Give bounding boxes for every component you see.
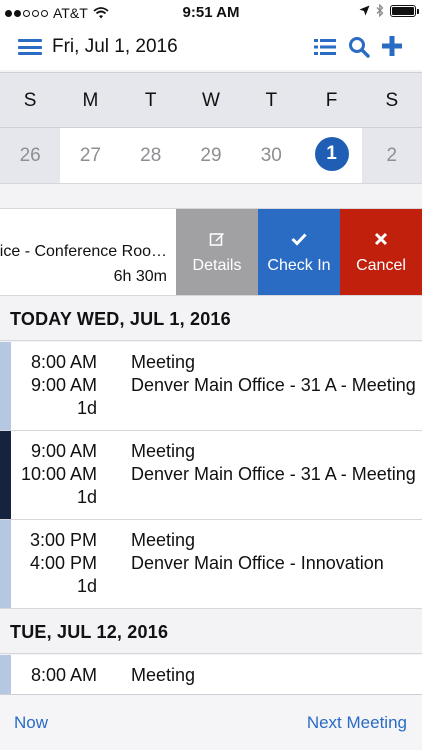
event-start-time: 3:00 PM	[29, 530, 97, 550]
day-number: 27	[79, 145, 101, 166]
section-header: TUE, JUL 12, 2016	[0, 610, 422, 654]
day-cell[interactable]: 30	[241, 128, 302, 183]
event-start-time: 9:00 AM	[30, 441, 97, 461]
event-times: 8:00 AM 9:00 AM 1d	[11, 351, 97, 420]
day-cell[interactable]: 2	[362, 128, 422, 183]
day-cell-selected[interactable]: 1	[301, 128, 362, 183]
event-info: Meeting Denver Main Office - Innovation	[131, 529, 422, 575]
event-duration: 1d	[76, 576, 97, 596]
status-bar: AT&T 9:51 AM	[0, 0, 422, 26]
weekday-label: T	[144, 90, 157, 111]
week-days: 26 27 28 29 30 1 2	[0, 128, 422, 184]
event-color-bar	[0, 431, 11, 519]
day-number: 30	[260, 145, 282, 166]
nav-bar: Fri, Jul 1, 2016	[0, 26, 422, 70]
event-duration: 1d	[76, 487, 97, 507]
cancel-button[interactable]: Cancel	[340, 209, 422, 295]
event-title: Meeting	[131, 352, 196, 372]
battery-icon	[390, 4, 419, 17]
event-times: 9:00 AM 10:00 AM 1d	[11, 440, 97, 509]
close-icon	[340, 231, 422, 253]
bottom-toolbar: Now Next Meeting	[0, 694, 422, 750]
event-duration: 6h 30m	[113, 268, 167, 285]
event-location: Denver Main Office - Innovation	[131, 553, 384, 573]
now-button[interactable]: Now	[14, 713, 48, 733]
event-info: Meeting	[131, 664, 422, 687]
day-cell[interactable]: 28	[120, 128, 181, 183]
day-number: 1	[314, 136, 349, 171]
check-in-button[interactable]: Check In	[258, 209, 340, 295]
day-number: 28	[140, 145, 162, 166]
event-location: Denver Main Office - 31 A - Meeting	[131, 375, 416, 395]
swiped-event-content: Denver Main Office - Conference Roo… 6h …	[0, 209, 176, 295]
event-end-time: 9:00 AM	[30, 375, 97, 395]
event-start-time: 8:00 AM	[30, 665, 97, 685]
page-title: Fri, Jul 1, 2016	[52, 36, 178, 57]
event-info: Meeting Denver Main Office - 31 A - Meet…	[131, 440, 422, 486]
checkmark-icon	[258, 231, 340, 253]
menu-icon[interactable]	[18, 36, 42, 58]
weekday-label: S	[23, 90, 37, 111]
event-info: Meeting Denver Main Office - 31 A - Meet…	[131, 351, 422, 397]
weekday-label: W	[202, 90, 220, 111]
section-header: TODAY WED, JUL 1, 2016	[0, 297, 422, 341]
event-title: Meeting	[131, 665, 196, 685]
day-cell[interactable]: 29	[180, 128, 242, 183]
event-start-time: 8:00 AM	[30, 352, 97, 372]
event-location: Denver Main Office - 31 A - Meeting	[131, 464, 416, 484]
event-title: Meeting	[131, 530, 196, 550]
event-row[interactable]: 9:00 AM 10:00 AM 1d Meeting Denver Main …	[0, 431, 422, 520]
event-times: 3:00 PM 4:00 PM 1d	[11, 529, 97, 598]
day-number: 2	[386, 145, 398, 166]
search-icon[interactable]	[348, 36, 370, 58]
day-cell[interactable]: 27	[60, 128, 121, 183]
event-location: Denver Main Office - Conference Roo…	[0, 243, 167, 260]
weekday-label: M	[82, 90, 99, 111]
week-header: S M T W T F S	[0, 72, 422, 128]
day-cell[interactable]: 26	[0, 128, 60, 183]
event-row[interactable]: 3:00 PM 4:00 PM 1d Meeting Denver Main O…	[0, 520, 422, 609]
weekday-label: F	[325, 90, 338, 111]
event-times: 8:00 AM	[11, 664, 97, 687]
next-meeting-button[interactable]: Next Meeting	[307, 713, 407, 733]
weekday-label: T	[265, 90, 278, 111]
swiped-event-row[interactable]: Denver Main Office - Conference Roo… 6h …	[0, 208, 422, 296]
bluetooth-icon	[376, 4, 384, 17]
edit-icon	[176, 231, 258, 253]
status-right	[359, 4, 419, 17]
weekday-label: S	[385, 90, 399, 111]
list-view-icon[interactable]	[314, 38, 336, 56]
check-in-label: Check In	[267, 257, 331, 274]
event-title: Meeting	[131, 441, 196, 461]
details-button[interactable]: Details	[176, 209, 258, 295]
event-color-bar	[0, 342, 11, 430]
plus-icon[interactable]	[381, 34, 403, 58]
event-color-bar	[0, 520, 11, 608]
day-number: 29	[200, 145, 222, 166]
event-end-time: 4:00 PM	[29, 553, 97, 573]
day-number: 26	[19, 145, 41, 166]
location-arrow-icon	[359, 5, 370, 16]
details-label: Details	[192, 257, 242, 274]
event-duration: 1d	[76, 398, 97, 418]
event-end-time: 10:00 AM	[20, 464, 97, 484]
event-row[interactable]: 8:00 AM 9:00 AM 1d Meeting Denver Main O…	[0, 342, 422, 431]
cancel-label: Cancel	[356, 257, 406, 274]
